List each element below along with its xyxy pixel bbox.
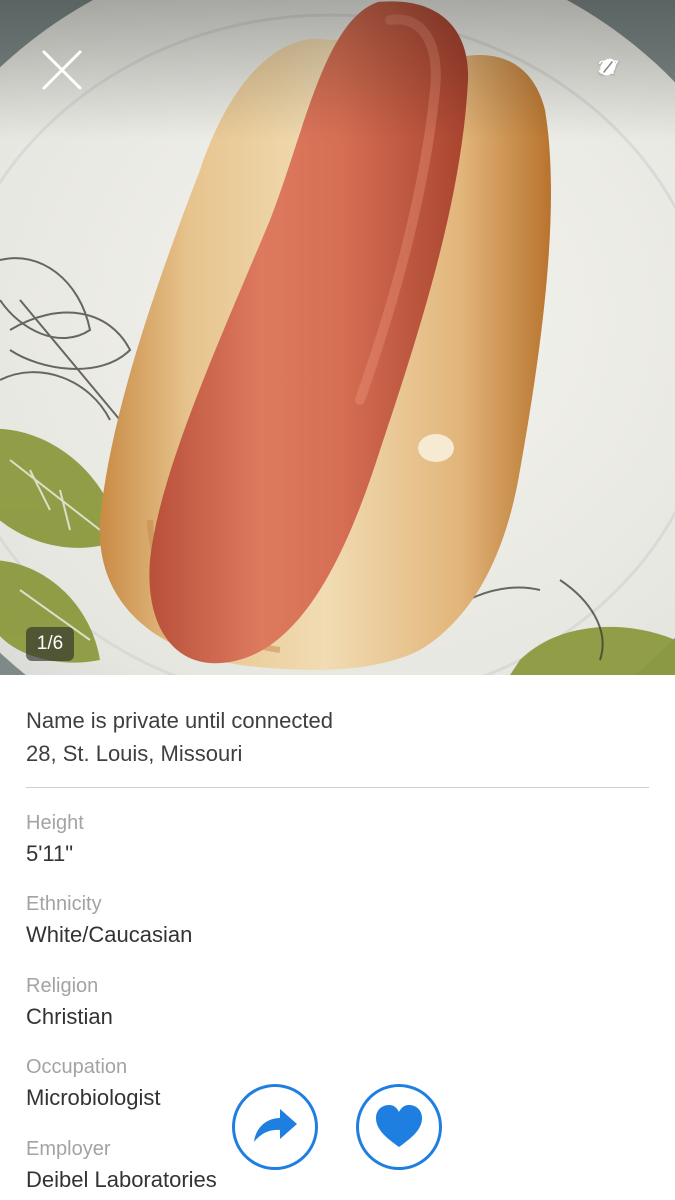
attribute-label: Religion — [26, 975, 99, 997]
heart-icon — [376, 1105, 422, 1147]
attribute-label: Ethnicity — [26, 893, 102, 915]
attribute-label: Height — [26, 812, 84, 834]
divider — [26, 787, 649, 788]
profile-photo[interactable]: 37 1/6 — [0, 0, 675, 675]
photo-counter: 1/6 — [26, 627, 74, 661]
attribute-value: Microbiologist — [26, 1085, 161, 1110]
attribute-occupation: Occupation Microbiologist — [26, 1053, 161, 1115]
close-button[interactable] — [36, 44, 88, 96]
attribute-label: Employer — [26, 1138, 111, 1160]
beans-balance[interactable]: 37 — [598, 57, 643, 81]
attribute-height: Height 5'11" — [26, 809, 84, 871]
share-arrow-icon — [254, 1109, 297, 1142]
attribute-value: 5'11" — [26, 841, 74, 866]
attribute-value: Christian — [26, 1004, 113, 1029]
like-button[interactable] — [356, 1084, 442, 1170]
coffee-bean-icon — [600, 58, 643, 79]
profile-summary: Name is private until connected 28, St. … — [26, 704, 649, 770]
name-text: Name is private until connected — [26, 708, 333, 733]
attribute-label: Occupation — [26, 1056, 128, 1078]
age-location-text: 28, St. Louis, Missouri — [26, 741, 243, 766]
attribute-value: White/Caucasian — [26, 922, 193, 947]
attribute-religion: Religion Christian — [26, 972, 113, 1034]
attribute-value: Deibel Laboratories — [26, 1167, 217, 1192]
attribute-ethnicity: Ethnicity White/Caucasian — [26, 890, 192, 952]
hot-dog-image — [0, 0, 675, 675]
attribute-employer: Employer Deibel Laboratories — [26, 1135, 217, 1197]
share-button[interactable] — [232, 1084, 318, 1170]
close-icon — [42, 50, 82, 90]
